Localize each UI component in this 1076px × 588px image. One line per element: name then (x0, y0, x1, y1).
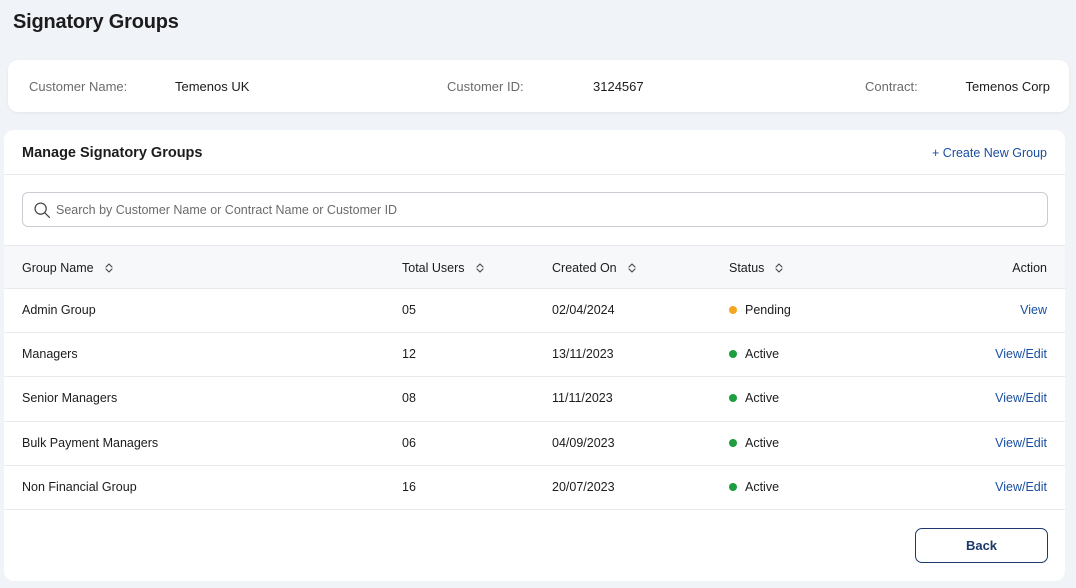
cell-created-on: 02/04/2024 (552, 303, 615, 317)
view-edit-link[interactable]: View/Edit (995, 391, 1047, 405)
status-dot-pending (729, 306, 737, 314)
table-body: Admin Group 05 02/04/2024 Pending View M… (4, 289, 1065, 510)
cell-group-name: Non Financial Group (22, 479, 137, 494)
cell-group-name: Admin Group (22, 303, 96, 317)
table-row: Senior Managers 08 11/11/2023 Active Vie… (4, 377, 1065, 422)
sort-updown-icon[interactable] (773, 262, 785, 274)
cell-total-users: 05 (402, 303, 416, 317)
header-status-label: Status (729, 261, 765, 275)
cell-created-on: 20/07/2023 (552, 479, 615, 494)
cell-total-users: 08 (402, 391, 416, 406)
contract-label: Contract: (865, 79, 918, 94)
header-created-on-label: Created On (552, 261, 617, 275)
table-row: Bulk Payment Managers 06 04/09/2023 Acti… (4, 422, 1065, 466)
cell-status: Pending (729, 303, 791, 317)
table-header-row: Group Name Total Users Created On Status… (4, 245, 1065, 289)
cell-total-users: 06 (402, 435, 416, 450)
status-dot-active (729, 438, 737, 447)
header-total-users[interactable]: Total Users (402, 261, 486, 275)
customer-name-label: Customer Name: (29, 79, 128, 94)
card-header: Manage Signatory Groups + Create New Gro… (4, 130, 1065, 175)
view-link[interactable]: View (1020, 303, 1047, 317)
cell-status: Active (729, 391, 779, 405)
search-box[interactable] (22, 192, 1048, 227)
header-total-users-label: Total Users (402, 261, 465, 275)
header-created-on[interactable]: Created On (552, 261, 638, 275)
cell-created-on: 13/11/2023 (552, 347, 614, 362)
view-edit-link[interactable]: View/Edit (995, 347, 1047, 361)
search-input[interactable] (56, 193, 1036, 226)
search-icon (34, 202, 51, 219)
cell-status: Active (729, 347, 779, 361)
status-label: Active (745, 391, 780, 406)
manage-groups-card: Manage Signatory Groups + Create New Gro… (4, 130, 1065, 581)
status-label: Active (745, 435, 780, 450)
sort-updown-icon[interactable] (626, 262, 638, 274)
header-group-name-label: Group Name (22, 261, 94, 275)
view-edit-link[interactable]: View/Edit (995, 480, 1047, 494)
cell-created-on: 04/09/2023 (552, 435, 615, 450)
status-dot-active (729, 482, 737, 491)
customer-id-value: 3124567 (593, 79, 644, 94)
header-group-name[interactable]: Group Name (22, 261, 115, 275)
status-label: Active (745, 347, 780, 362)
customer-name-value: Temenos UK (175, 79, 250, 94)
status-dot-active (729, 350, 737, 359)
create-new-group-link[interactable]: + Create New Group (932, 146, 1047, 160)
cell-group-name: Managers (22, 347, 78, 362)
customer-id-label: Customer ID: (447, 79, 524, 94)
view-edit-link[interactable]: View/Edit (995, 436, 1047, 450)
status-label: Active (745, 479, 780, 494)
cell-total-users: 16 (402, 479, 416, 494)
header-action: Action (1012, 261, 1047, 275)
sort-updown-icon[interactable] (474, 262, 486, 274)
table-row: Non Financial Group 16 20/07/2023 Active… (4, 466, 1065, 510)
cell-total-users: 12 (402, 347, 416, 362)
cell-status: Active (729, 436, 779, 450)
cell-group-name: Bulk Payment Managers (22, 435, 159, 450)
table-row: Managers 12 13/11/2023 Active View/Edit (4, 333, 1065, 378)
sort-updown-icon[interactable] (103, 262, 115, 274)
header-status[interactable]: Status (729, 261, 785, 275)
cell-status: Active (729, 480, 779, 494)
table-row: Admin Group 05 02/04/2024 Pending View (4, 289, 1065, 334)
signatory-groups-table: Group Name Total Users Created On Status… (4, 245, 1065, 510)
back-button[interactable]: Back (915, 528, 1048, 563)
cell-created-on: 11/11/2023 (552, 391, 613, 406)
cell-group-name: Senior Managers (22, 391, 118, 406)
manage-groups-title: Manage Signatory Groups (22, 145, 203, 161)
status-dot-active (729, 394, 737, 403)
contract-value: Temenos Corp (965, 79, 1050, 94)
page-title: Signatory Groups (13, 11, 179, 33)
customer-info-card: Customer Name: Temenos UK Customer ID: 3… (8, 60, 1069, 112)
status-label: Pending (745, 303, 791, 317)
